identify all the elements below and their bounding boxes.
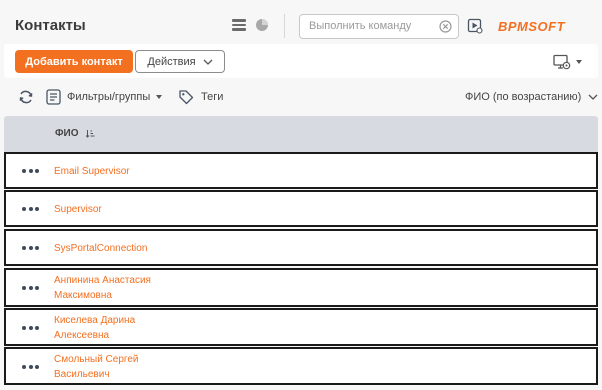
command-input[interactable] — [309, 20, 429, 32]
chevron-down-icon — [588, 94, 598, 100]
toolbar: Добавить контакт Действия — [4, 44, 598, 78]
contact-name-link[interactable]: Анпинина Анастасия Максимовна — [54, 273, 151, 303]
actions-button[interactable]: Действия — [135, 50, 225, 73]
monitor-settings-icon — [553, 54, 571, 70]
table-row[interactable]: Supervisor — [4, 190, 598, 227]
list-view-icon[interactable] — [232, 19, 246, 31]
refresh-icon[interactable] — [18, 89, 34, 105]
actions-button-label: Действия — [147, 55, 196, 68]
page-title: Контакты — [15, 17, 86, 34]
contact-name-link[interactable]: Киселева Дарина Алексеевна — [54, 313, 135, 343]
sort-ascending-icon — [85, 130, 95, 138]
view-settings-button[interactable] — [553, 53, 587, 71]
grid-header: ФИО — [4, 116, 598, 152]
filter-list-icon — [46, 89, 61, 105]
contact-name-link[interactable]: Email Supervisor — [54, 164, 130, 179]
more-options-icon[interactable] — [22, 169, 40, 175]
table-row[interactable]: Email Supervisor — [4, 152, 598, 189]
clear-icon[interactable] — [439, 20, 452, 33]
table-row[interactable]: Смольный Сергей Васильевич — [4, 347, 598, 385]
more-options-icon[interactable] — [22, 326, 40, 332]
header-divider — [284, 14, 285, 38]
more-options-icon[interactable] — [22, 286, 40, 292]
add-contact-button[interactable]: Добавить контакт — [15, 50, 133, 73]
sort-dropdown[interactable]: ФИО (по возрастанию) — [465, 88, 598, 106]
contact-name-link[interactable]: Смольный Сергей Васильевич — [54, 352, 138, 382]
filter-bar: Фильтры/группы Теги ФИО (по возрастанию) — [0, 82, 602, 112]
run-command-icon[interactable] — [467, 18, 483, 34]
contact-name-link[interactable]: SysPortalConnection — [54, 241, 147, 256]
column-header-name[interactable]: ФИО — [55, 128, 95, 139]
tag-icon — [179, 90, 194, 105]
contact-name-link[interactable]: Supervisor — [54, 202, 102, 217]
more-options-icon[interactable] — [22, 365, 40, 371]
brand-logo: BPMSOFT — [498, 19, 566, 34]
more-options-icon[interactable] — [22, 207, 40, 213]
filters-groups-button[interactable]: Фильтры/группы — [46, 88, 163, 106]
more-options-icon[interactable] — [22, 246, 40, 252]
caret-down-icon — [156, 95, 163, 99]
table-row[interactable]: Анпинина Анастасия Максимовна — [4, 268, 598, 307]
column-header-label: ФИО — [55, 128, 79, 139]
filters-groups-label: Фильтры/группы — [67, 91, 151, 103]
table-row[interactable]: SysPortalConnection — [4, 229, 598, 266]
chevron-down-icon — [203, 59, 213, 65]
tags-button[interactable]: Теги — [178, 88, 223, 106]
table-row[interactable]: Киселева Дарина Алексеевна — [4, 308, 598, 346]
command-box[interactable] — [299, 14, 459, 39]
caret-down-icon — [576, 60, 582, 64]
page-header: Контакты BPMSOFT — [0, 0, 602, 44]
sort-label: ФИО (по возрастанию) — [465, 91, 582, 103]
chart-view-icon[interactable] — [255, 18, 269, 32]
tags-label: Теги — [201, 91, 224, 103]
